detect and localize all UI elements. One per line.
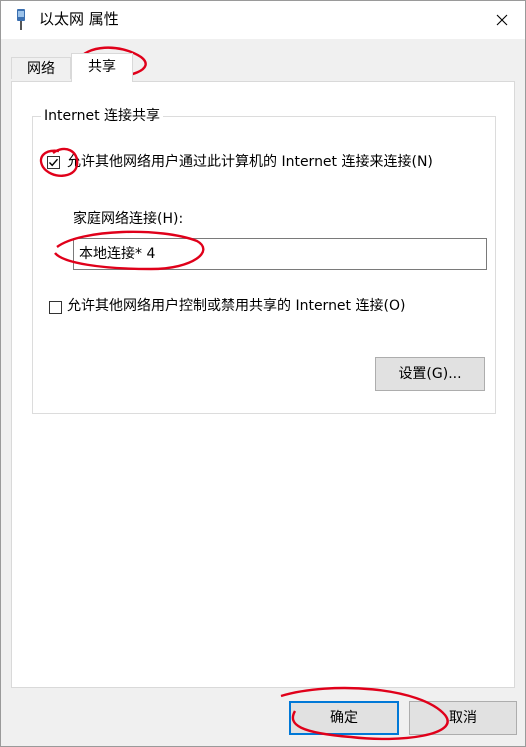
- checkmark-icon: [48, 158, 59, 167]
- allow-connect-label[interactable]: 允许其他网络用户通过此计算机的 Internet 连接来连接(N): [67, 153, 433, 171]
- allow-connect-checkbox[interactable]: [47, 156, 60, 169]
- close-button[interactable]: [479, 1, 525, 39]
- home-network-label: 家庭网络连接(H):: [73, 211, 184, 227]
- ok-button[interactable]: 确定: [289, 701, 399, 735]
- group-title: Internet 连接共享: [41, 107, 164, 125]
- home-network-field[interactable]: 本地连接* 4: [73, 238, 487, 270]
- sharing-panel: Internet 连接共享 允许其他网络用户通过此计算机的 Internet 连…: [11, 81, 515, 688]
- close-icon: [496, 14, 508, 26]
- cancel-button[interactable]: 取消: [409, 701, 517, 735]
- properties-dialog: 以太网 属性 网络 共享 Internet 连接共享 允许其他网络用户通过此计算…: [0, 0, 526, 747]
- tab-sharing[interactable]: 共享: [71, 53, 133, 82]
- tab-network[interactable]: 网络: [11, 57, 71, 79]
- internet-sharing-group: Internet 连接共享 允许其他网络用户通过此计算机的 Internet 连…: [32, 107, 496, 414]
- network-adapter-icon: [17, 9, 25, 30]
- window-title: 以太网 属性: [39, 10, 119, 28]
- allow-control-checkbox[interactable]: [49, 301, 62, 314]
- title-bar: 以太网 属性: [1, 1, 525, 39]
- allow-control-label[interactable]: 允许其他网络用户控制或禁用共享的 Internet 连接(O): [67, 297, 405, 315]
- settings-button[interactable]: 设置(G)...: [375, 357, 485, 391]
